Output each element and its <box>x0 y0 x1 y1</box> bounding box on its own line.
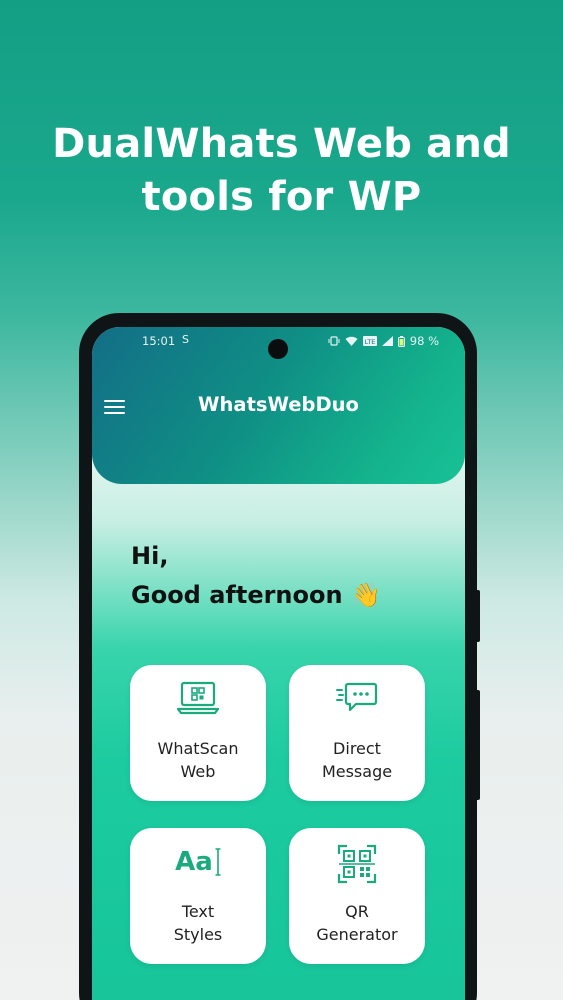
qr-code-icon <box>289 844 425 884</box>
greeting: Hi, Good afternoon 👋 <box>131 537 381 615</box>
laptop-qr-icon <box>130 681 266 717</box>
front-camera <box>268 339 288 359</box>
greeting-time-of-day: Good afternoon 👋 <box>131 581 381 609</box>
svg-text:LTE: LTE <box>364 338 375 346</box>
status-time: 15:01 <box>142 334 176 348</box>
card-label: Direct Message <box>321 739 393 781</box>
direct-message-card[interactable]: Direct Message <box>289 665 425 801</box>
signal-icon <box>381 336 393 346</box>
whatscan-web-card[interactable]: WhatScan Web <box>130 665 266 801</box>
text-aa-glyph: Aa <box>175 847 213 877</box>
status-icons: LTE 98 % <box>328 334 439 348</box>
headline-line-2: tools for WP <box>141 174 422 220</box>
phone-side-button <box>474 590 480 642</box>
app-title: WhatsWebDuo <box>198 393 359 416</box>
wifi-icon <box>345 336 358 346</box>
headline-line-1: DualWhats Web and <box>52 121 511 167</box>
card-label: Text Styles <box>173 902 223 944</box>
battery-icon <box>397 335 405 347</box>
chat-bubble-icon <box>289 681 425 717</box>
card-label: WhatScan Web <box>157 739 239 781</box>
card-label: QR Generator <box>316 902 398 944</box>
promo-headline: DualWhats Web and tools for WP <box>0 118 563 224</box>
phone-side-button <box>474 690 480 800</box>
greeting-hi: Hi, <box>131 542 169 570</box>
battery-percent: 98 % <box>409 334 439 348</box>
vibrate-icon <box>328 336 340 346</box>
status-notification-icon: S <box>182 333 189 346</box>
text-styles-card[interactable]: Aa Text Styles <box>130 828 266 964</box>
lte-icon: LTE <box>362 336 377 346</box>
qr-generator-card[interactable]: QR Generator <box>289 828 425 964</box>
text-aa-icon: Aa <box>130 844 266 880</box>
phone-screen: 15:01 S LTE 98 % WhatsWebDuo Hi, Good af… <box>92 327 465 1000</box>
